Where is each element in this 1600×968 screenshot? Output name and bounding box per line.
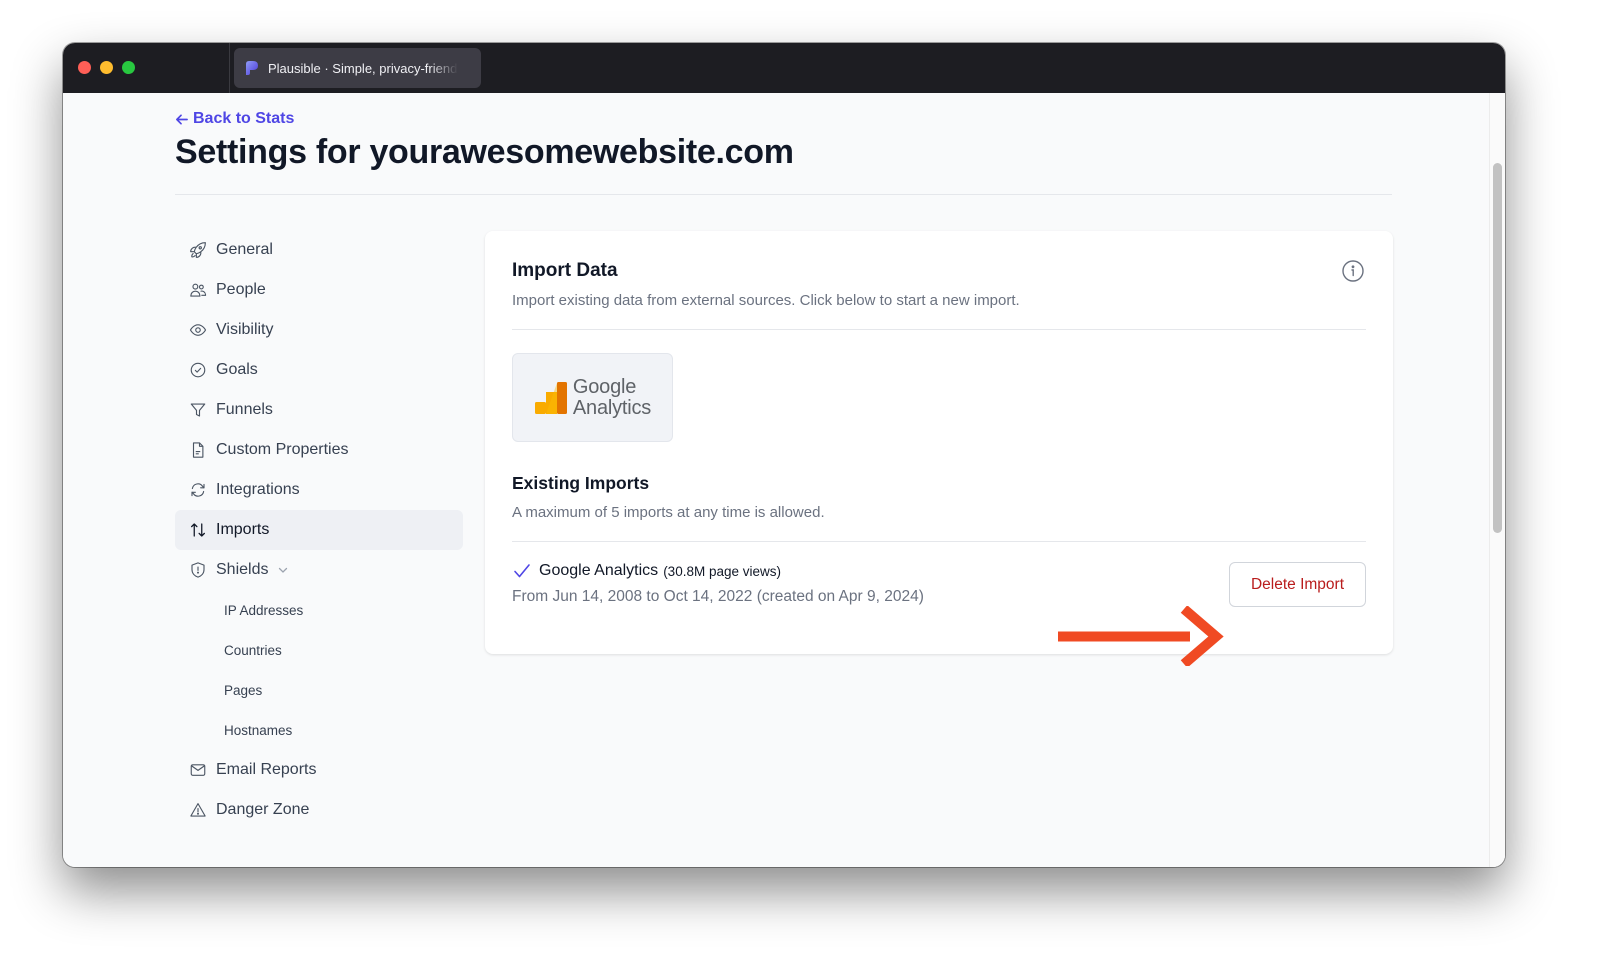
titlebar-divider <box>229 43 230 93</box>
sidebar-item-danger-zone[interactable]: Danger Zone <box>175 790 463 830</box>
warning-triangle-icon <box>189 801 207 819</box>
google-analytics-wordmark: Google Analytics <box>572 375 652 419</box>
sidebar-item-label: Pages <box>224 682 263 698</box>
chevron-down-icon[interactable] <box>277 564 289 576</box>
sidebar-subitem-pages[interactable]: Pages <box>175 670 463 710</box>
maximize-window-button[interactable] <box>122 61 135 74</box>
window-controls <box>78 61 135 74</box>
sidebar-item-people[interactable]: People <box>175 270 463 310</box>
sidebar-item-label: Funnels <box>216 401 273 418</box>
back-link-label: Back to Stats <box>193 110 295 127</box>
sidebar-item-label: IP Addresses <box>224 602 304 618</box>
refresh-icon <box>189 481 207 499</box>
settings-sidebar: General People Visibility Goals Funnels … <box>175 230 463 830</box>
sidebar-item-imports[interactable]: Imports <box>175 510 463 550</box>
sidebar-item-integrations[interactable]: Integrations <box>175 470 463 510</box>
sidebar-item-label: Custom Properties <box>216 441 349 458</box>
sidebar-item-label: Hostnames <box>224 722 293 738</box>
back-to-stats-link[interactable]: Back to Stats <box>175 110 294 128</box>
close-window-button[interactable] <box>78 61 91 74</box>
google-analytics-logo <box>534 381 567 414</box>
annotation-arrow-icon <box>1058 606 1224 666</box>
browser-titlebar: Plausible · Simple, privacy-friendly ana… <box>63 43 1505 93</box>
import-page-views: (30.8M page views) <box>663 563 781 579</box>
rocket-icon <box>189 241 207 259</box>
import-data-title: Import Data <box>512 260 618 281</box>
import-data-card: Import Data Import existing data from ex… <box>485 231 1393 654</box>
browser-window: Plausible · Simple, privacy-friendly ana… <box>63 43 1505 867</box>
sidebar-item-label: Imports <box>216 521 270 538</box>
google-analytics-import-button[interactable]: Google Analytics <box>512 353 673 442</box>
page-content: Back to Stats Settings for yourawesomewe… <box>63 93 1505 867</box>
sidebar-item-label: Integrations <box>216 481 300 498</box>
minimize-window-button[interactable] <box>100 61 113 74</box>
sidebar-item-shields[interactable]: Shields <box>175 550 463 590</box>
existing-imports-description: A maximum of 5 imports at any time is al… <box>512 504 825 521</box>
import-date-range: From Jun 14, 2008 to Oct 14, 2022 (creat… <box>512 588 924 605</box>
sidebar-subitem-ip-addresses[interactable]: IP Addresses <box>175 590 463 630</box>
sidebar-item-visibility[interactable]: Visibility <box>175 310 463 350</box>
plausible-logo-icon <box>246 61 258 75</box>
import-source-name: Google Analytics <box>539 562 659 579</box>
card-divider <box>512 329 1366 330</box>
existing-imports-title: Existing Imports <box>512 473 650 493</box>
sidebar-item-custom-properties[interactable]: Custom Properties <box>175 430 463 470</box>
sidebar-subitem-hostnames[interactable]: Hostnames <box>175 710 463 750</box>
sidebar-item-funnels[interactable]: Funnels <box>175 390 463 430</box>
sidebar-item-label: Goals <box>216 361 258 378</box>
eye-icon <box>189 321 207 339</box>
browser-tab[interactable]: Plausible · Simple, privacy-friendly ana… <box>234 48 481 88</box>
arrow-left-icon <box>176 113 188 125</box>
header-divider <box>175 194 1392 195</box>
import-data-description: Import existing data from external sourc… <box>512 292 1020 309</box>
users-icon <box>189 281 207 299</box>
shield-icon <box>189 561 207 579</box>
sidebar-item-label: People <box>216 281 266 298</box>
import-list-item: Google Analytics (30.8M page views) From… <box>512 561 924 606</box>
envelope-icon <box>189 761 207 779</box>
funnel-icon <box>189 401 207 419</box>
check-circle-icon <box>189 361 207 379</box>
sidebar-item-email-reports[interactable]: Email Reports <box>175 750 463 790</box>
info-icon[interactable] <box>1341 259 1365 283</box>
sidebar-item-label: General <box>216 241 273 258</box>
sidebar-item-label: Countries <box>224 642 282 658</box>
tab-title: Plausible · Simple, privacy-friendly ana… <box>268 60 458 76</box>
scrollbar[interactable] <box>1489 93 1505 867</box>
sidebar-item-general[interactable]: General <box>175 230 463 270</box>
sidebar-subitem-countries[interactable]: Countries <box>175 630 463 670</box>
scrollbar-thumb[interactable] <box>1493 163 1502 533</box>
sidebar-item-label: Email Reports <box>216 761 317 778</box>
card-divider <box>512 541 1366 542</box>
sidebar-item-goals[interactable]: Goals <box>175 350 463 390</box>
sidebar-item-label: Shields <box>216 561 269 578</box>
page-title: Settings for yourawesomewebsite.com <box>175 133 794 171</box>
arrows-up-down-icon <box>189 521 207 539</box>
sidebar-item-label: Danger Zone <box>216 801 310 818</box>
check-icon <box>514 564 530 578</box>
document-icon <box>189 441 207 459</box>
sidebar-item-label: Visibility <box>216 321 274 338</box>
delete-import-button[interactable]: Delete Import <box>1229 562 1366 607</box>
